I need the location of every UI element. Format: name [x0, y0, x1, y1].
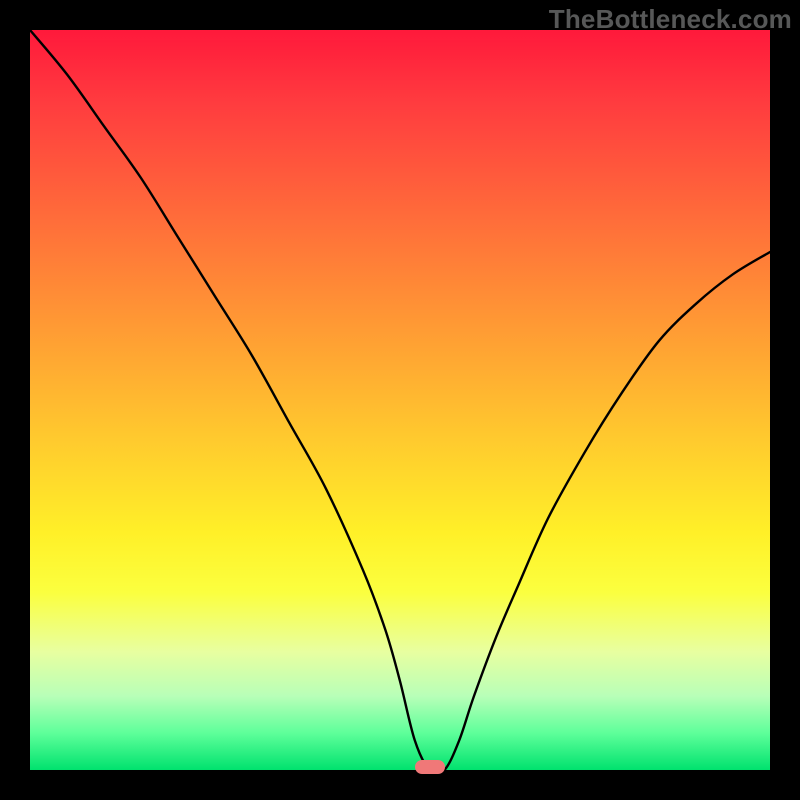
chart-frame: TheBottleneck.com	[0, 0, 800, 800]
plot-area	[30, 30, 770, 770]
optimal-marker	[415, 760, 445, 774]
watermark-text: TheBottleneck.com	[549, 4, 792, 35]
bottleneck-curve	[30, 30, 770, 770]
